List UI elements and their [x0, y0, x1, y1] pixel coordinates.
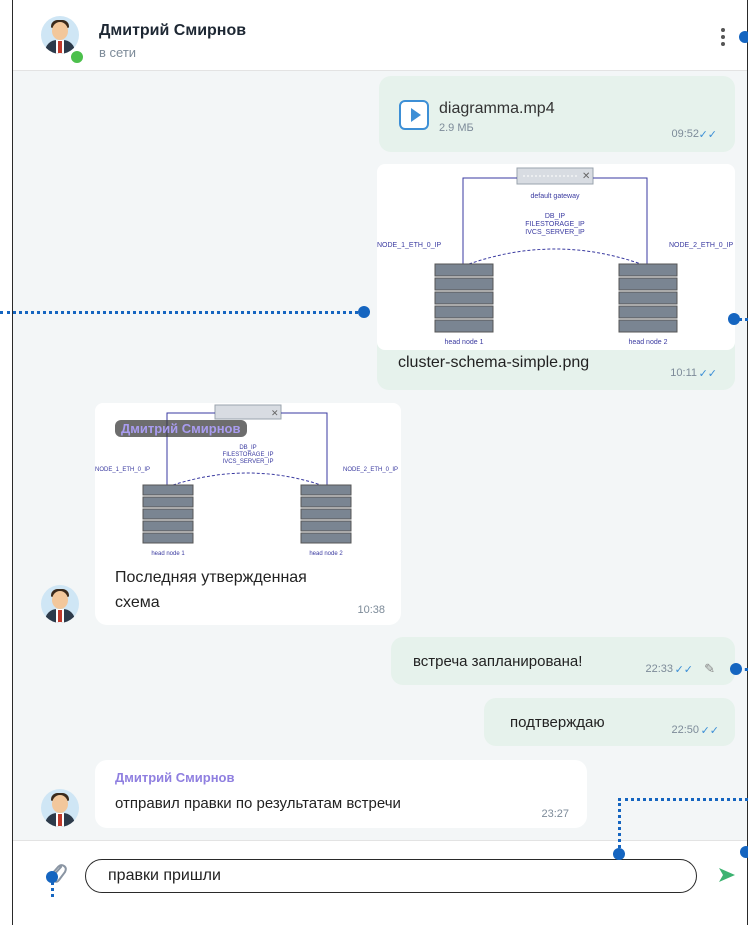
message-input[interactable]: правки пришли: [85, 859, 697, 893]
message-image[interactable]: ✕ default gateway DB_IP FILESTORAGE_IP I…: [377, 164, 735, 390]
ip-label-db: DB_IP: [239, 445, 256, 451]
node1-label: head node 1: [151, 551, 185, 557]
sender-avatar[interactable]: [41, 789, 79, 827]
message-body: отправил правки по результатам встречи: [115, 795, 401, 812]
annotation-line: [618, 798, 621, 854]
message-text-line2: схема: [115, 594, 160, 611]
message-text[interactable]: подтверждаю 22:50 ✓✓: [484, 698, 735, 746]
annotation-line: [0, 311, 364, 314]
file-size: 2.9 МБ: [439, 122, 474, 134]
sender-name[interactable]: Дмитрий Смирнов: [115, 420, 247, 437]
double-check-icon: ✓✓: [674, 664, 693, 676]
message-body: встреча запланирована!: [413, 653, 583, 670]
sender-name[interactable]: Дмитрий Смирнов: [115, 770, 235, 785]
annotation-dot: [728, 313, 740, 325]
message-image-incoming[interactable]: ✕ DB_IP FILESTORAGE_IP IVCS_SERVER_IP NO…: [95, 403, 401, 625]
image-caption[interactable]: cluster-schema-simple.png: [398, 354, 589, 372]
edited-pencil-icon: ✎: [704, 661, 715, 676]
node1-iface-label: NODE_1_ETH_0_IP: [95, 467, 150, 473]
message-time: 22:33: [645, 663, 673, 675]
ip-label-filestorage: FILESTORAGE_IP: [223, 452, 274, 458]
annotation-dot: [740, 846, 748, 858]
double-check-icon: ✓✓: [700, 725, 719, 737]
chat-window: Дмитрий Смирнов в сети diagramma.mp4 2.9…: [12, 0, 748, 926]
file-name[interactable]: diagramma.mp4: [439, 100, 555, 118]
ip-label-db: DB_IP: [545, 213, 566, 220]
message-text-line1: Последняя утвержденная: [115, 569, 307, 586]
message-body: подтверждаю: [510, 714, 605, 731]
annotation-dot: [730, 663, 742, 675]
message-text-incoming[interactable]: Дмитрий Смирнов отправил правки по резул…: [95, 760, 587, 828]
node2-label: head node 2: [309, 551, 343, 557]
node1-label: head node 1: [445, 339, 484, 346]
cluster-diagram-image[interactable]: ✕ default gateway DB_IP FILESTORAGE_IP I…: [377, 164, 735, 350]
svg-text:✕: ✕: [582, 171, 590, 182]
send-icon[interactable]: [717, 865, 737, 885]
network-diagram: ✕ default gateway DB_IP FILESTORAGE_IP I…: [377, 167, 734, 346]
node2-iface-label: NODE_2_ETH_0_IP: [669, 242, 734, 249]
gateway-label: default gateway: [530, 193, 580, 200]
composer: правки пришли: [13, 840, 747, 926]
ip-label-ivcs: IVCS_SERVER_IP: [223, 459, 274, 465]
contact-status: в сети: [99, 45, 137, 60]
message-time: 10:11: [670, 367, 697, 379]
message-list[interactable]: diagramma.mp4 2.9 МБ 09:52 ✓✓ ✕ default …: [13, 71, 747, 840]
message-time: 10:38: [357, 604, 385, 616]
message-text[interactable]: встреча запланирована! 22:33 ✓✓ ✎: [391, 637, 735, 685]
annotation-dot: [358, 306, 370, 318]
online-indicator: [69, 49, 85, 65]
ip-label-ivcs: IVCS_SERVER_IP: [525, 229, 585, 236]
sender-avatar[interactable]: [41, 585, 79, 623]
annotation-line: [618, 798, 748, 801]
node2-iface-label: NODE_2_ETH_0_IP: [343, 467, 398, 473]
message-time: 09:52: [671, 128, 699, 140]
double-check-icon: ✓✓: [698, 368, 717, 380]
chat-header: Дмитрий Смирнов в сети: [13, 0, 747, 71]
node1-iface-label: NODE_1_ETH_0_IP: [377, 242, 442, 249]
svg-text:✕: ✕: [271, 408, 279, 418]
play-video-icon[interactable]: [399, 100, 429, 130]
ip-label-filestorage: FILESTORAGE_IP: [525, 221, 585, 228]
contact-avatar[interactable]: [41, 16, 79, 54]
annotation-dot: [613, 848, 625, 860]
double-check-icon: ✓✓: [698, 129, 717, 141]
message-time: 22:50: [671, 724, 699, 736]
contact-name[interactable]: Дмитрий Смирнов: [99, 22, 246, 40]
message-file[interactable]: diagramma.mp4 2.9 МБ 09:52 ✓✓: [379, 76, 735, 152]
message-time: 23:27: [541, 808, 569, 820]
annotation-line: [51, 877, 54, 897]
node2-label: head node 2: [629, 339, 668, 346]
annotation-dot: [739, 31, 748, 43]
more-options-icon[interactable]: [721, 28, 725, 49]
